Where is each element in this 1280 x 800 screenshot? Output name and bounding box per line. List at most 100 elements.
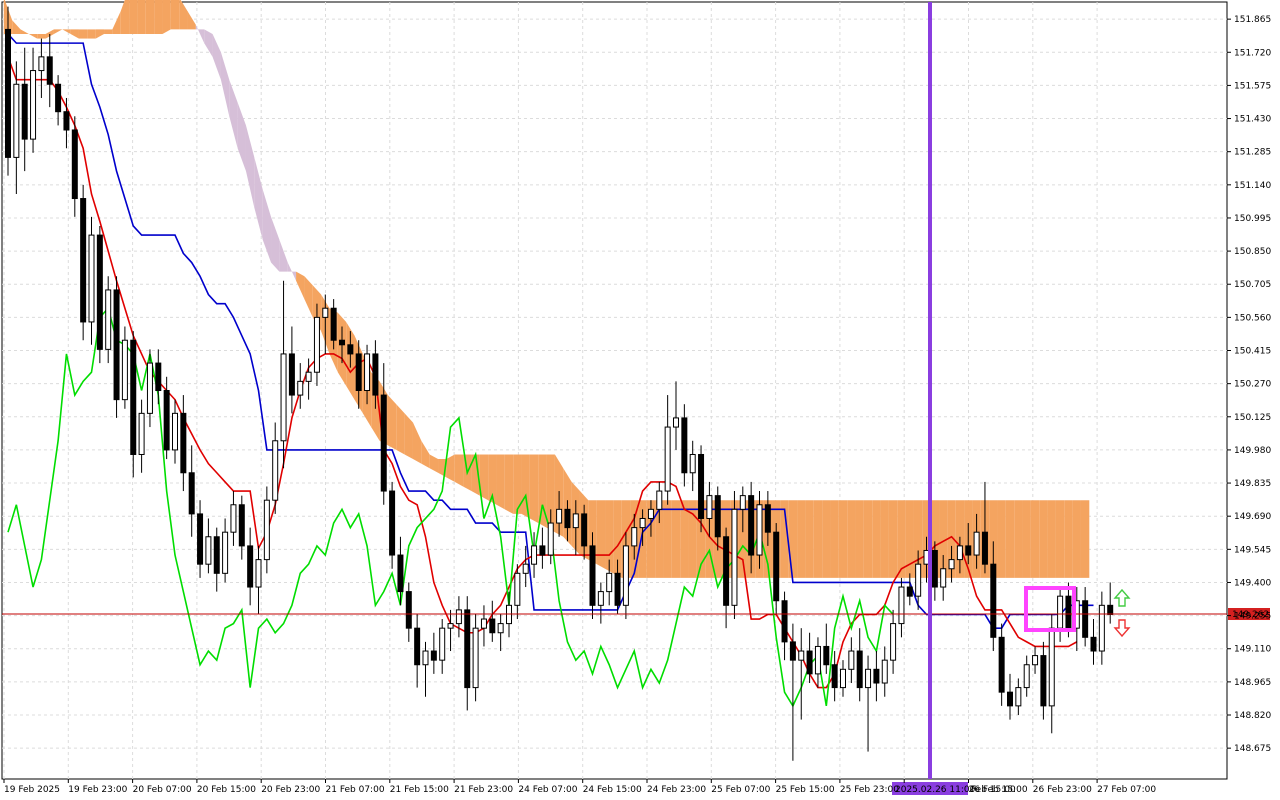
candle-bearish	[806, 650, 813, 675]
cloud-segment-bullish	[822, 500, 831, 578]
candle-bearish	[21, 83, 28, 140]
cloud-segment-bullish	[504, 454, 514, 514]
candle-bullish	[840, 668, 846, 689]
candle-bullish	[272, 440, 279, 501]
cloud-segment-bullish	[154, 0, 163, 34]
cloud-segment-bullish	[446, 454, 455, 482]
candle-bearish	[46, 56, 53, 85]
candle-bearish	[63, 111, 70, 131]
candle-bearish	[764, 504, 771, 533]
cloud-segment-bullish	[529, 454, 539, 524]
cloud-segment-bullish	[997, 500, 1006, 578]
cloud-segment-bullish	[788, 500, 798, 578]
cloud-segment-bullish	[521, 454, 530, 519]
price-tick-label: 151.720	[1234, 48, 1271, 58]
candle-bearish	[380, 394, 387, 492]
cloud-segment-bullish	[813, 500, 823, 578]
candle-bearish	[414, 627, 421, 666]
time-tick-label: 21 Feb 07:00	[326, 785, 385, 795]
candle-bullish	[622, 545, 629, 606]
cloud-segment-bullish	[1014, 500, 1023, 578]
candle-bullish	[105, 289, 112, 350]
candle-bearish	[823, 645, 830, 666]
cloud-segment-bullish	[830, 500, 839, 578]
price-tick-label: 149.690	[1234, 512, 1271, 522]
time-tick-label: 25 Feb 23:00	[840, 785, 899, 795]
price-tick-label: 150.560	[1234, 313, 1271, 323]
candle-bearish	[397, 554, 404, 593]
candle-bullish	[1015, 687, 1022, 707]
time-tick-label: 20 Feb 23:00	[261, 785, 320, 795]
candle-bearish	[330, 307, 337, 341]
candle-bullish	[13, 83, 20, 158]
candle-bullish	[313, 316, 320, 373]
candle-bullish	[146, 362, 153, 414]
cloud-segment-bullish	[1055, 500, 1065, 578]
cloud-segment-bullish	[454, 454, 464, 487]
candle-bearish	[213, 536, 220, 574]
candle-bearish	[714, 495, 721, 538]
candle-bullish	[673, 417, 679, 428]
candle-bearish	[781, 600, 788, 643]
candle-bullish	[88, 234, 95, 323]
candle-bullish	[522, 563, 529, 574]
candle-bearish	[1007, 691, 1013, 707]
candle-bullish	[647, 508, 654, 519]
candle-bullish	[422, 650, 429, 666]
candle-bearish	[405, 591, 412, 629]
candle-bearish	[773, 531, 780, 602]
price-tick-label: 151.285	[1234, 148, 1271, 158]
candle-bullish	[890, 623, 897, 661]
candle-bullish	[230, 504, 237, 533]
price-tick-label: 151.575	[1234, 81, 1271, 91]
candle-bearish	[698, 453, 705, 519]
cloud-segment-bullish	[805, 500, 814, 578]
candle-bearish	[981, 531, 988, 565]
candle-bearish	[723, 536, 730, 606]
candle-bullish	[756, 504, 763, 556]
candle-bullish	[514, 572, 521, 606]
time-tick-label: 26 Feb 23:00	[1033, 785, 1092, 795]
time-tick-label: 20 Feb 15:00	[197, 785, 256, 795]
price-tick-label: 149.110	[1234, 645, 1271, 655]
candle-bullish	[898, 586, 905, 625]
cloud-segment-bullish	[1030, 500, 1040, 578]
time-tick-label: 20 Feb 07:00	[133, 785, 192, 795]
candle-bullish	[940, 568, 947, 588]
candle-bullish	[656, 490, 663, 510]
candle-bearish	[539, 545, 546, 556]
cloud-segment-bullish	[671, 500, 681, 578]
candle-bearish	[389, 490, 396, 556]
cloud-segment-bullish	[129, 0, 138, 34]
candle-bullish	[30, 70, 37, 140]
candle-bearish	[5, 28, 11, 158]
candle-bearish	[347, 344, 354, 355]
candle-bullish	[631, 527, 638, 547]
candle-bearish	[188, 472, 195, 515]
candle-bearish	[96, 234, 103, 350]
chart-window[interactable]: 149.262 2025.02.26 11:00 Feb 15:00 151.865…	[0, 0, 1280, 800]
candle-bullish	[547, 522, 554, 556]
cloud-segment-bullish	[872, 500, 881, 578]
candle-bullish	[138, 412, 145, 455]
cloud-segment-bullish	[87, 29, 96, 39]
candle-bullish	[948, 559, 955, 570]
cloud-segment-bullish	[1047, 500, 1056, 578]
candle-bearish	[1082, 600, 1089, 638]
cloud-segment-bullish	[1022, 500, 1031, 578]
candle-bullish	[531, 545, 538, 565]
price-tick-label: 151.430	[1234, 115, 1271, 125]
price-tick-label: 151.140	[1234, 181, 1271, 191]
time-tick-label: 27 Feb 07:00	[1097, 785, 1156, 795]
candle-bullish	[497, 623, 504, 634]
candle-bullish	[664, 426, 671, 492]
cloud-segment-bullish	[1005, 500, 1015, 578]
candle-bearish	[113, 289, 120, 401]
candle-bullish	[689, 453, 696, 474]
price-tick-label: 149.545	[1234, 545, 1271, 555]
candle-bearish	[197, 513, 204, 565]
ichimoku-candlestick-chart[interactable]: 149.2622025.02.26 11:00Feb 15:00 151.865…	[0, 0, 1280, 800]
cloud-segment-bullish	[137, 0, 146, 34]
candle-bearish	[564, 508, 571, 529]
candle-bullish	[814, 645, 821, 675]
